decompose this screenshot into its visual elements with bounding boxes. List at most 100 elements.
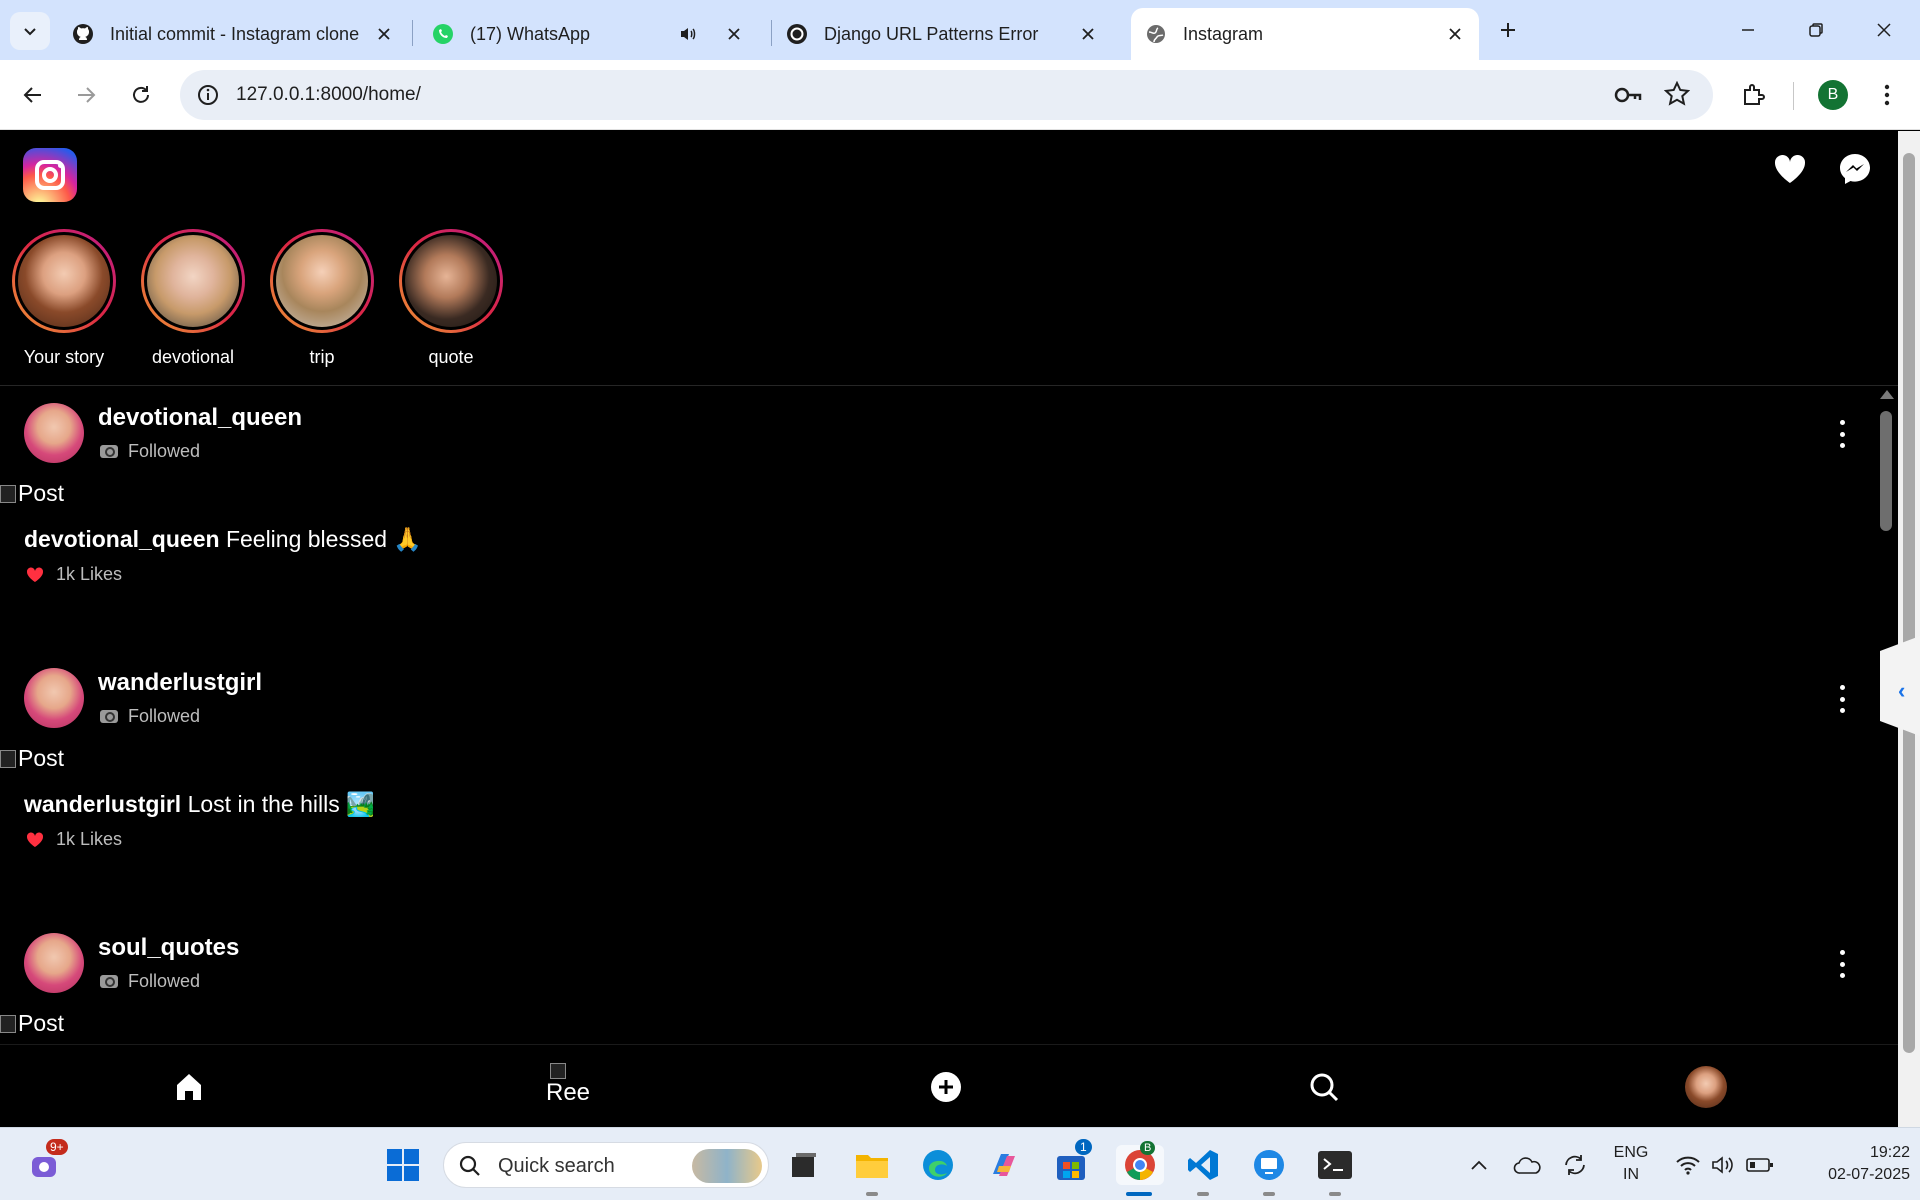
follow-status: Followed xyxy=(100,706,200,727)
add-post-icon[interactable] xyxy=(924,1065,968,1109)
post-caption: wanderlustgirl Lost in the hills 🏞️ xyxy=(24,791,375,817)
extensions-button[interactable] xyxy=(1734,75,1774,115)
menu-button[interactable] xyxy=(1867,75,1907,115)
story-quote[interactable]: quote xyxy=(396,229,506,368)
post-username[interactable]: devotional_queen xyxy=(98,404,302,432)
edge-icon[interactable] xyxy=(918,1145,958,1185)
tab-django-error[interactable]: Django URL Patterns Error xyxy=(772,8,1112,60)
story-your-story[interactable]: Your story xyxy=(9,229,119,368)
instagram-logo[interactable] xyxy=(23,148,77,202)
broken-image-icon xyxy=(550,1063,566,1079)
browser-toolbar: 127.0.0.1:8000/home/ B xyxy=(0,60,1920,130)
close-window-button[interactable] xyxy=(1850,0,1918,60)
tab-title: Initial commit - Instagram clone xyxy=(110,23,360,44)
side-panel-toggle[interactable]: ‹ xyxy=(1880,636,1920,736)
tab-search-button[interactable] xyxy=(10,12,50,50)
site-info-icon[interactable] xyxy=(196,83,220,112)
key-icon[interactable] xyxy=(1613,82,1643,113)
file-explorer-icon[interactable] xyxy=(852,1145,892,1185)
reels-alt-text: Ree xyxy=(545,1079,591,1106)
windows-taskbar: 9+ Quick search 1 B ENG IN 19:22 02-07-2… xyxy=(0,1127,1920,1200)
globe-icon xyxy=(1145,23,1167,45)
close-icon[interactable] xyxy=(1078,24,1098,44)
story-trip[interactable]: trip xyxy=(267,229,377,368)
tab-github[interactable]: Initial commit - Instagram clone xyxy=(58,8,408,60)
post-menu-button[interactable] xyxy=(1830,414,1854,454)
address-bar[interactable]: 127.0.0.1:8000/home/ xyxy=(180,70,1713,120)
search-highlight-image xyxy=(692,1149,762,1183)
sync-icon[interactable] xyxy=(1555,1145,1595,1185)
copilot-icon[interactable] xyxy=(984,1145,1024,1185)
vscode-icon[interactable] xyxy=(1183,1145,1223,1185)
windows-start-icon[interactable] xyxy=(383,1145,423,1185)
post-avatar[interactable] xyxy=(24,668,84,728)
close-icon[interactable] xyxy=(1445,24,1465,44)
tab-instagram[interactable]: Instagram xyxy=(1131,8,1479,60)
volume-icon[interactable] xyxy=(1703,1145,1743,1185)
story-label: quote xyxy=(428,347,474,367)
task-view-icon[interactable] xyxy=(784,1145,824,1185)
clock[interactable]: 19:22 02-07-2025 xyxy=(1790,1142,1910,1186)
story-devotional[interactable]: devotional xyxy=(138,229,248,368)
remote-desktop-icon[interactable] xyxy=(1249,1145,1289,1185)
running-indicator xyxy=(1197,1192,1209,1196)
post-username[interactable]: soul_quotes xyxy=(98,934,239,962)
profile-avatar[interactable] xyxy=(1684,1065,1728,1109)
tab-whatsapp[interactable]: (17) WhatsApp xyxy=(418,8,758,60)
battery-icon[interactable] xyxy=(1740,1145,1780,1185)
story-label: Your story xyxy=(23,347,105,367)
home-icon[interactable] xyxy=(167,1065,211,1109)
profile-button[interactable]: B xyxy=(1813,75,1853,115)
post-menu-button[interactable] xyxy=(1830,679,1854,719)
chevron-left-icon: ‹ xyxy=(1898,678,1906,703)
back-button[interactable] xyxy=(13,75,53,115)
profile-avatar: B xyxy=(1818,80,1848,110)
taskbar-search[interactable]: Quick search xyxy=(443,1142,769,1188)
post-avatar[interactable] xyxy=(24,933,84,993)
star-icon[interactable] xyxy=(1663,80,1691,112)
chevron-down-icon xyxy=(24,28,36,36)
search-icon[interactable] xyxy=(1302,1065,1346,1109)
post-username[interactable]: wanderlustgirl xyxy=(98,669,262,697)
broken-image-icon xyxy=(0,484,16,503)
chevron-up-icon[interactable] xyxy=(1459,1145,1499,1185)
wifi-icon[interactable] xyxy=(1668,1145,1708,1185)
onedrive-icon[interactable] xyxy=(1507,1145,1547,1185)
running-indicator xyxy=(866,1192,878,1196)
running-indicator xyxy=(1263,1192,1275,1196)
story-thumbnail xyxy=(15,232,113,330)
input-language[interactable]: ENG IN xyxy=(1606,1142,1656,1186)
speaker-icon[interactable] xyxy=(678,24,698,44)
browser-tab-bar: Initial commit - Instagram clone (17) Wh… xyxy=(0,0,1920,60)
tab-title: Instagram xyxy=(1183,23,1264,44)
story-label: trip xyxy=(309,347,335,367)
post-menu-button[interactable] xyxy=(1830,944,1854,984)
terminal-icon[interactable] xyxy=(1315,1145,1355,1185)
notification-badge: 9+ xyxy=(46,1139,68,1155)
close-icon[interactable] xyxy=(724,24,744,44)
story-thumbnail xyxy=(273,232,371,330)
teams-chat-icon[interactable]: 9+ xyxy=(26,1139,68,1185)
restore-button[interactable] xyxy=(1782,0,1850,60)
close-icon[interactable] xyxy=(374,24,394,44)
toolbar-divider xyxy=(1793,82,1794,110)
running-indicator xyxy=(1329,1192,1341,1196)
tab-separator xyxy=(412,20,413,46)
chrome-icon[interactable]: B xyxy=(1116,1141,1164,1185)
store-icon[interactable]: 1 xyxy=(1051,1139,1092,1185)
reload-button[interactable] xyxy=(121,75,161,115)
new-tab-button[interactable] xyxy=(1488,10,1528,50)
broken-image-icon xyxy=(0,1014,16,1033)
messenger-icon[interactable] xyxy=(1835,149,1875,189)
follow-status: Followed xyxy=(100,971,200,992)
forward-button[interactable] xyxy=(66,75,106,115)
minimize-button[interactable] xyxy=(1714,0,1782,60)
page-scrollbar[interactable] xyxy=(1898,131,1920,1127)
post-likes: 1k Likes xyxy=(26,829,122,850)
heart-icon[interactable] xyxy=(1770,149,1810,189)
close-icon xyxy=(1877,23,1891,37)
post-avatar[interactable] xyxy=(24,403,84,463)
reels-button[interactable]: Ree xyxy=(546,1055,590,1115)
plus-icon xyxy=(1501,23,1515,37)
post-caption: devotional_queen Feeling blessed 🙏 xyxy=(24,526,423,552)
